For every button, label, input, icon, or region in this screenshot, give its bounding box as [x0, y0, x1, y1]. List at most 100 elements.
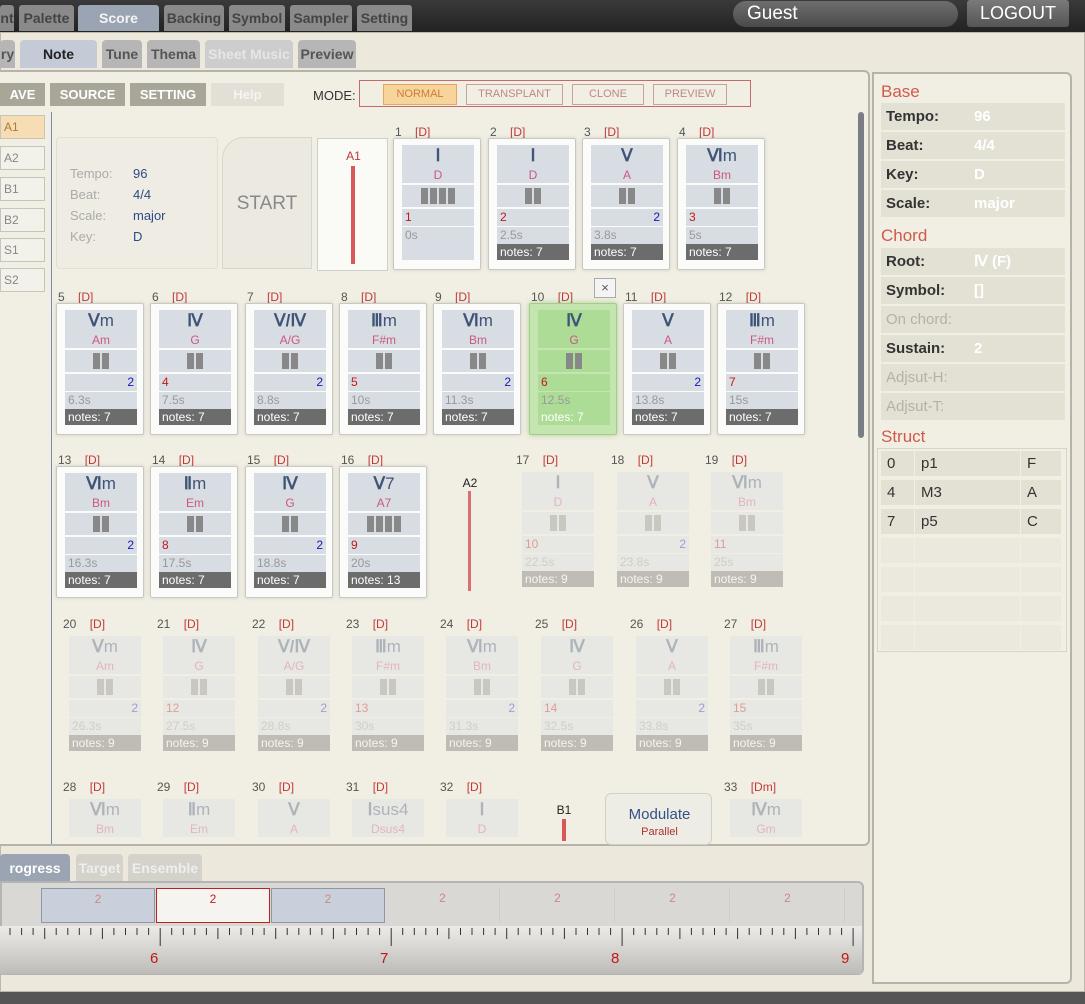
subtab-tune[interactable]: Tune	[102, 40, 142, 68]
chord-row[interactable]: Adjsut-T:	[881, 393, 1065, 421]
section-marker-a1[interactable]: A1	[317, 138, 388, 271]
section-b1[interactable]: B1	[0, 177, 45, 201]
timeline-segment[interactable]: 2	[731, 888, 845, 923]
timeline-segment[interactable]: 2	[501, 888, 615, 923]
setting-button[interactable]: SETTING	[130, 83, 206, 106]
chord-row[interactable]: Root: Ⅳ (F)	[881, 248, 1065, 276]
base-value: 4/4	[974, 137, 995, 154]
subtab-note[interactable]: Note	[20, 40, 97, 68]
help-button[interactable]: Help	[211, 83, 284, 106]
chord-card[interactable]: Ⅴm Am 2 26.3s notes: 9	[61, 630, 149, 762]
chord-row[interactable]: Symbol: []	[881, 277, 1065, 305]
section-s2[interactable]: S2	[0, 268, 45, 292]
chord-card[interactable]: Ⅵm Bm 11 25s notes: 9	[703, 466, 791, 598]
tab-setting[interactable]: Setting	[357, 5, 412, 31]
subtab-thema[interactable]: Thema	[147, 40, 200, 68]
tab-progress[interactable]: rogress	[0, 854, 70, 882]
chord-card[interactable]: Ⅵm Bm 2 11.3s notes: 7	[433, 303, 521, 435]
chord-card[interactable]: Ⅰsus4 Dsus4	[344, 793, 432, 845]
chord-card[interactable]: Ⅴ A 2 23.8s notes: 9	[609, 466, 697, 598]
chord-card[interactable]: Ⅴ7 A7 9 20s notes: 13	[339, 466, 427, 598]
chord-suffix: m	[103, 637, 118, 656]
base-row[interactable]: Tempo: 96	[881, 103, 1065, 131]
chord-card[interactable]: Ⅳ G 2 18.8s notes: 7	[245, 466, 333, 598]
tab-palette[interactable]: Palette	[19, 5, 74, 31]
section-b2[interactable]: B2	[0, 208, 45, 232]
chord-card[interactable]: Ⅰ D 1 0s	[393, 138, 481, 270]
subtab-preview[interactable]: Preview	[298, 40, 356, 68]
modulate-button[interactable]: Modulate Parallel	[605, 793, 712, 845]
chord-card[interactable]: Ⅲm F#m 15 35s notes: 9	[722, 630, 810, 762]
tab-score[interactable]: Score	[78, 5, 159, 31]
section-s1[interactable]: S1	[0, 238, 45, 262]
chord-card[interactable]: Ⅳm Gm	[722, 793, 810, 845]
section-a1[interactable]: A1	[0, 115, 45, 139]
timeline-segment[interactable]: 2	[271, 888, 385, 923]
base-row[interactable]: Key: D	[881, 161, 1065, 189]
mode-transplant-button[interactable]: TRANSPLANT	[466, 84, 563, 105]
timeline-segment[interactable]: 2	[386, 888, 500, 923]
subtab-story[interactable]: ry	[0, 40, 15, 68]
struct-row[interactable]	[879, 623, 1065, 652]
struct-row[interactable]: 7 p5 C	[879, 507, 1065, 536]
source-button[interactable]: SOURCE	[50, 83, 125, 106]
logout-button[interactable]: LOGOUT	[967, 0, 1069, 27]
timeline-segment[interactable]: 2	[616, 888, 730, 923]
chord-card[interactable]: Ⅵm Bm 2 31.3s notes: 9	[438, 630, 526, 762]
tab-symbol[interactable]: Symbol	[229, 5, 285, 31]
section-a2[interactable]: A2	[0, 146, 45, 170]
chord-card[interactable]: Ⅵm Bm 2 16.3s notes: 7	[56, 466, 144, 598]
save-button[interactable]: AVE	[0, 83, 45, 106]
chord-card[interactable]: Ⅴm Am 2 6.3s notes: 7	[56, 303, 144, 435]
start-button[interactable]: START	[222, 137, 312, 269]
chord-row[interactable]: Adjsut-H:	[881, 364, 1065, 392]
struct-row[interactable]	[879, 594, 1065, 623]
chord-card[interactable]: Ⅰ D 2 2.5s notes: 7	[488, 138, 576, 270]
chord-card[interactable]: Ⅴ A 2 3.8s notes: 7	[582, 138, 670, 270]
mode-preview-button[interactable]: PREVIEW	[653, 84, 727, 105]
subtab-sheet-music[interactable]: Sheet Music	[205, 40, 293, 68]
chord-card[interactable]: Ⅲm F#m 5 10s notes: 7	[339, 303, 427, 435]
chord-card[interactable]: Ⅱm Em	[155, 793, 243, 845]
timeline-segment[interactable]: 2	[156, 888, 270, 923]
tab-target[interactable]: Target	[76, 854, 123, 882]
timeline-segment[interactable]: 2	[41, 888, 155, 923]
chord-card[interactable]: ⅤA	[250, 793, 338, 845]
mode-clone-button[interactable]: CLONE	[572, 84, 644, 105]
section-marker-b1[interactable]: B1	[534, 793, 594, 843]
chord-card[interactable]: Ⅴ A 2 33.8s notes: 9	[628, 630, 716, 762]
timeline-ruler[interactable]	[0, 926, 862, 974]
chord-card[interactable]: ⅠD	[438, 793, 526, 845]
chord-card[interactable]: Ⅳ G 6 12.5s notes: 7	[529, 303, 617, 435]
chord-card[interactable]: Ⅵm Bm 3 5s notes: 7	[677, 138, 765, 270]
tab-backing[interactable]: Backing	[164, 5, 224, 31]
chord-card[interactable]: Ⅱm Em 8 17.5s notes: 7	[150, 466, 238, 598]
chord-card[interactable]: Ⅴ/Ⅳ A/G 2 8.8s notes: 7	[245, 303, 333, 435]
section-marker-a2[interactable]: A2	[440, 466, 500, 600]
base-row[interactable]: Scale: major	[881, 190, 1065, 218]
chord-card[interactable]: Ⅳ G 12 27.5s notes: 9	[155, 630, 243, 762]
chord-card[interactable]: Ⅴ A 2 13.8s notes: 7	[623, 303, 711, 435]
struct-row[interactable]: 4 M3 A	[879, 478, 1065, 507]
chord-card[interactable]: Ⅰ D 10 22.5s notes: 9	[514, 466, 602, 598]
chord-card[interactable]: Ⅲm F#m 7 15s notes: 7	[717, 303, 805, 435]
chord-row[interactable]: Sustain: 2	[881, 335, 1065, 363]
base-row[interactable]: Beat: 4/4	[881, 132, 1065, 160]
struct-row[interactable]	[879, 565, 1065, 594]
tab-sampler[interactable]: Sampler	[290, 5, 352, 31]
chord-card[interactable]: Ⅲm F#m 13 30s notes: 9	[344, 630, 432, 762]
score-scrollbar[interactable]	[858, 112, 864, 438]
struct-row[interactable]	[879, 536, 1065, 565]
chord-card[interactable]: Ⅳ G 14 32.5s notes: 9	[533, 630, 621, 762]
chord-card[interactable]: Ⅳ G 4 7.5s notes: 7	[150, 303, 238, 435]
tab-print[interactable]: nt	[0, 5, 14, 31]
chord-degree: Ⅲ	[375, 637, 387, 656]
struct-row[interactable]: 0 p1 F	[879, 449, 1065, 478]
chord-card[interactable]: Ⅵm Bm	[61, 793, 149, 845]
tab-ensemble[interactable]: Ensemble	[128, 854, 202, 882]
mode-normal-button[interactable]: NORMAL	[383, 84, 457, 105]
chord-card[interactable]: Ⅴ/Ⅳ A/G 2 28.8s notes: 9	[250, 630, 338, 762]
close-icon[interactable]: ×	[594, 278, 616, 298]
beat-block	[575, 353, 582, 369]
chord-row[interactable]: On chord:	[881, 306, 1065, 334]
